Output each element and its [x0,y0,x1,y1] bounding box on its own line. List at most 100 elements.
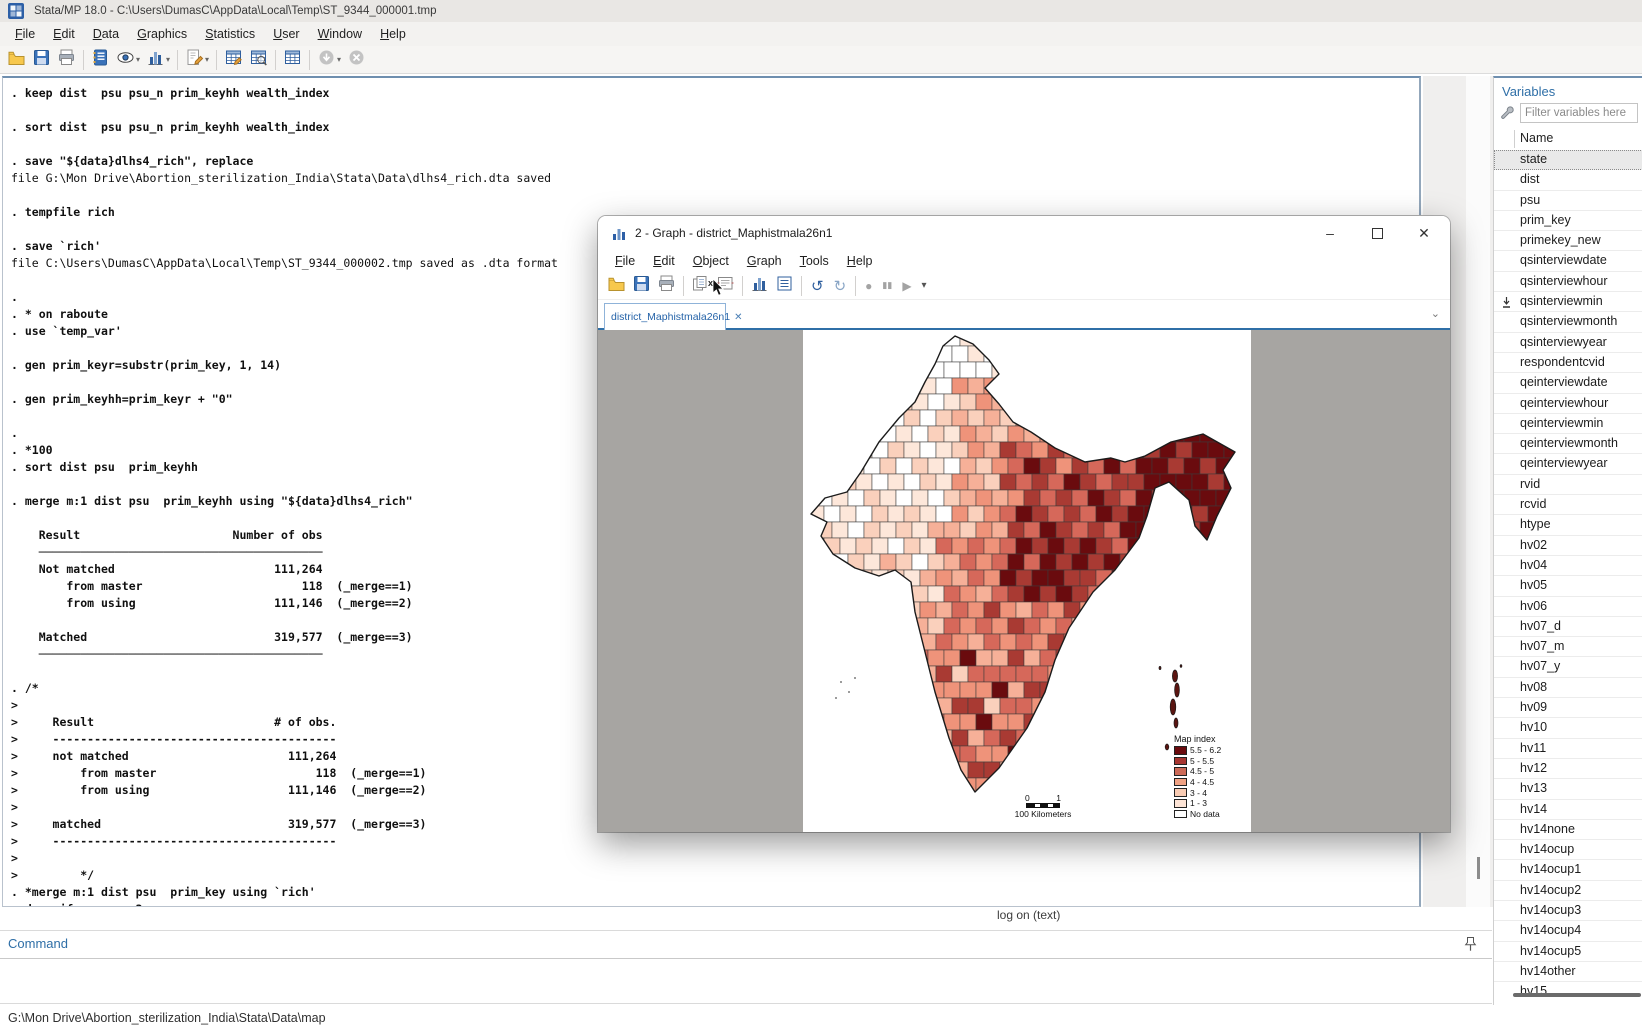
variable-row-hv07_d[interactable]: hv07_d [1494,617,1642,637]
break-button[interactable] [345,48,368,72]
redo-button[interactable]: ↻ [830,274,851,298]
variable-row-hv12[interactable]: hv12 [1494,759,1642,779]
variable-row-hv14ocup2[interactable]: hv14ocup2 [1494,881,1642,901]
variable-row-qsinterviewmin[interactable]: qsinterviewmin [1494,292,1642,312]
variable-row-hv10[interactable]: hv10 [1494,718,1642,738]
variable-row-qsinterviewhour[interactable]: qsinterviewhour [1494,272,1642,292]
print-button[interactable] [55,48,78,72]
maximize-button[interactable] [1360,222,1394,244]
results-vertical-scrollbar[interactable] [1466,76,1490,907]
variable-row-qeinterviewhour[interactable]: qeinterviewhour [1494,394,1642,414]
main-menu-user[interactable]: User [264,24,308,44]
variable-row-hv14ocup1[interactable]: hv14ocup1 [1494,860,1642,880]
variable-row-hv14ocup4[interactable]: hv14ocup4 [1494,921,1642,941]
data-browser-button[interactable] [247,48,270,72]
minimize-button[interactable]: – [1313,222,1347,244]
graph-button[interactable]: ▾ [144,48,172,72]
command-input[interactable] [2,959,1494,1004]
main-menu-help[interactable]: Help [371,24,415,44]
variable-row-state[interactable]: state [1494,150,1642,170]
graph-button[interactable] [748,274,771,298]
variable-row-hv14other[interactable]: hv14other [1494,962,1642,982]
main-menu-file[interactable]: File [6,24,44,44]
variable-row-qsinterviewyear[interactable]: qsinterviewyear [1494,333,1642,353]
graph-menu-tools[interactable]: Tools [791,251,838,271]
variable-row-qeinterviewdate[interactable]: qeinterviewdate [1494,373,1642,393]
wrench-icon[interactable] [1500,105,1515,125]
variable-row-hv07_m[interactable]: hv07_m [1494,637,1642,657]
record-button[interactable]: ● [861,274,876,298]
open-button[interactable] [5,48,28,72]
variable-row-hv09[interactable]: hv09 [1494,698,1642,718]
variable-row-hv07_y[interactable]: hv07_y [1494,657,1642,677]
pin-icon[interactable] [1464,936,1477,957]
tab-list-chevron-icon[interactable]: ⌄ [1431,307,1440,320]
variable-row-qeinterviewmin[interactable]: qeinterviewmin [1494,414,1642,434]
graph-menu-edit[interactable]: Edit [644,251,684,271]
variable-row-htype[interactable]: htype [1494,515,1642,535]
open-button[interactable] [605,274,628,298]
variable-row-hv13[interactable]: hv13 [1494,779,1642,799]
dropdown-caret-icon[interactable]: ▾ [136,55,140,64]
variable-row-qeinterviewyear[interactable]: qeinterviewyear [1494,454,1642,474]
data-editor-button[interactable] [222,48,245,72]
graph-menu-graph[interactable]: Graph [738,251,791,271]
variable-row-qeinterviewmonth[interactable]: qeinterviewmonth [1494,434,1642,454]
results-scrollbar-thumb[interactable] [1477,857,1480,879]
variable-row-respondentcvid[interactable]: respondentcvid [1494,353,1642,373]
graph-menu-help[interactable]: Help [838,251,882,271]
variable-row-rvid[interactable]: rvid [1494,475,1642,495]
variable-row-qsinterviewdate[interactable]: qsinterviewdate [1494,251,1642,271]
overflow-button[interactable]: ▾ [918,274,931,298]
variable-row-hv08[interactable]: hv08 [1494,678,1642,698]
variable-row-hv14ocup3[interactable]: hv14ocup3 [1494,901,1642,921]
toolbar-separator [742,276,743,296]
undo-button[interactable]: ↺ [807,274,828,298]
play-button[interactable]: ▶ [898,274,915,298]
dropdown-caret-icon[interactable]: ▾ [337,55,341,64]
variable-row-hv04[interactable]: hv04 [1494,556,1642,576]
tab-close-icon[interactable]: ✕ [734,312,742,323]
graph-tab[interactable]: district_Maphistmala26n1 ✕ [604,303,726,330]
map-canvas[interactable]: Map index 5.5 - 6.25 - 5.54.5 - 54 - 4.5… [803,330,1251,832]
main-menu-edit[interactable]: Edit [44,24,84,44]
graph-menu-object[interactable]: Object [684,251,738,271]
variable-row-dist[interactable]: dist [1494,170,1642,190]
viewer-button[interactable]: ▾ [114,48,142,72]
main-menu-data[interactable]: Data [84,24,128,44]
main-menu-window[interactable]: Window [309,24,371,44]
maximize-icon [1372,228,1383,239]
main-menu-graphics[interactable]: Graphics [128,24,196,44]
dropdown-caret-icon[interactable]: ▾ [166,55,170,64]
main-menu-statistics[interactable]: Statistics [196,24,264,44]
print-button[interactable] [655,274,678,298]
variable-row-hv05[interactable]: hv05 [1494,576,1642,596]
variable-row-hv11[interactable]: hv11 [1494,739,1642,759]
variable-row-hv14ocup[interactable]: hv14ocup [1494,840,1642,860]
variables-manager-button[interactable] [281,48,304,72]
graph-menu-file[interactable]: File [606,251,644,271]
close-button[interactable]: ✕ [1407,222,1441,244]
variable-row-psu[interactable]: psu [1494,191,1642,211]
variables-hscrollbar-thumb[interactable] [1513,993,1641,997]
dofile-editor-button[interactable]: ▾ [183,48,211,72]
filter-variables-input[interactable] [1520,103,1638,123]
variable-row-primekey_new[interactable]: primekey_new [1494,231,1642,251]
variable-row-hv14ocup5[interactable]: hv14ocup5 [1494,942,1642,962]
log-button[interactable] [89,48,112,72]
dropdown-caret-icon[interactable]: ▾ [205,55,209,64]
save-button[interactable] [630,274,653,298]
more-button[interactable]: ▾ [315,48,343,72]
graph-titlebar[interactable]: 2 - Graph - district_Maphistmala26n1 – ✕ [598,216,1450,250]
variable-row-rcvid[interactable]: rcvid [1494,495,1642,515]
variable-row-hv06[interactable]: hv06 [1494,597,1642,617]
save-button[interactable] [30,48,53,72]
variable-row-qsinterviewmonth[interactable]: qsinterviewmonth [1494,312,1642,332]
pause-button[interactable]: ▮▮ [878,274,896,298]
variable-row-hv14[interactable]: hv14 [1494,800,1642,820]
list-button[interactable] [773,274,796,298]
variable-row-hv14none[interactable]: hv14none [1494,820,1642,840]
variable-row-prim_key[interactable]: prim_key [1494,211,1642,231]
variable-row-hv02[interactable]: hv02 [1494,536,1642,556]
variables-name-header[interactable]: Name [1494,128,1642,151]
